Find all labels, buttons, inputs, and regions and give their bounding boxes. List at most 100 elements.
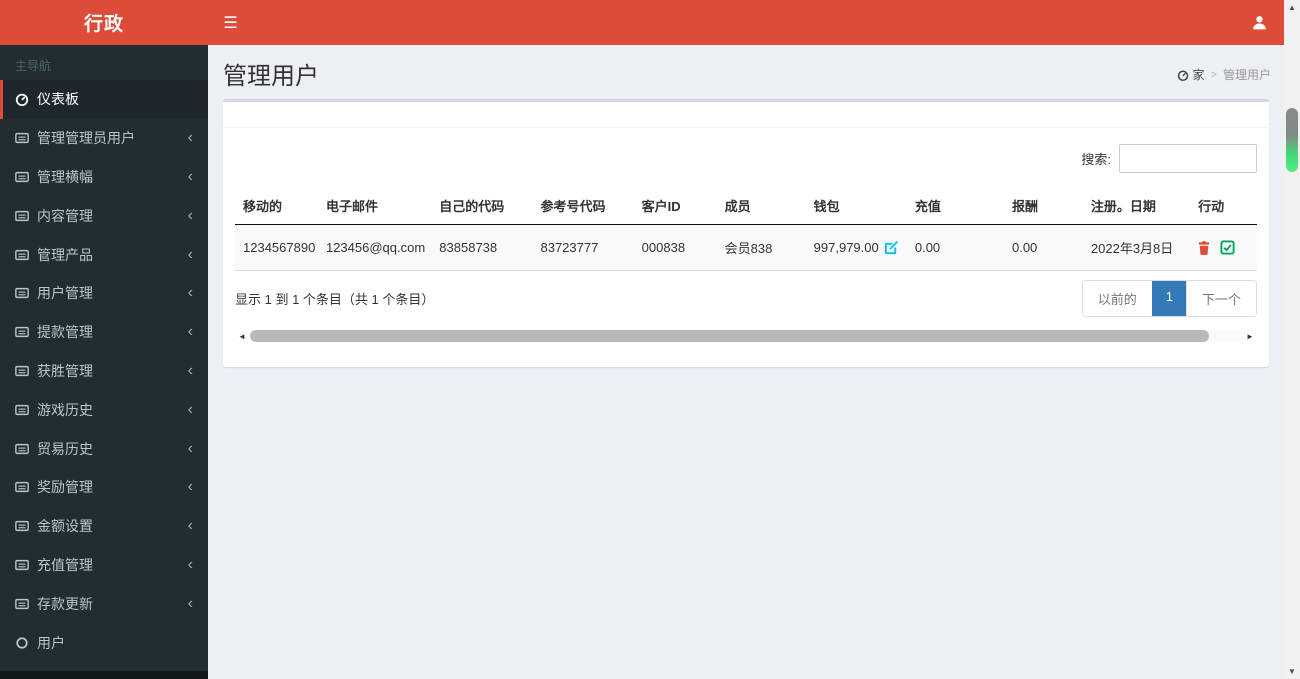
- scroll-up-icon[interactable]: ▲: [1284, 3, 1300, 12]
- sidebar-item-label: 游戏历史: [37, 401, 93, 418]
- pagination-next-button[interactable]: 下一个: [1185, 281, 1256, 316]
- sidebar-item-amount-settings[interactable]: 金额设置 ‹: [0, 507, 208, 546]
- chevron-left-icon: ‹: [187, 594, 193, 612]
- sidebar-item-withdrawal-management[interactable]: 提款管理 ‹: [0, 313, 208, 352]
- list-icon: [15, 403, 37, 417]
- app-logo-text: 行政: [83, 14, 124, 35]
- horizontal-scrollbar: ◄ ►: [235, 329, 1257, 343]
- search-label: 搜索:: [1081, 152, 1111, 167]
- delete-user-icon[interactable]: [1198, 240, 1210, 255]
- sidebar: 行政 主导航 仪表板 管理管理员用户 ‹ 管理横幅 ‹ 内容管理 ‹ 管理产品 …: [0, 0, 208, 679]
- cell-recharge: 0.00: [906, 224, 1004, 271]
- page-title: 管理用户: [223, 63, 319, 90]
- sidebar-item-reward-management[interactable]: 奖励管理 ‹: [0, 468, 208, 507]
- chevron-left-icon: ‹: [187, 167, 193, 185]
- sidebar-item-label: 充值管理: [37, 556, 93, 573]
- sidebar-item-trade-history[interactable]: 贸易历史 ‹: [0, 429, 208, 468]
- sidebar-item-manage-admin-users[interactable]: 管理管理员用户 ‹: [0, 119, 208, 158]
- column-header-ref-code[interactable]: 参考号代码: [532, 187, 634, 225]
- top-navbar: ☰: [208, 0, 1284, 45]
- app-logo[interactable]: 行政: [0, 0, 208, 45]
- chevron-left-icon: ‹: [187, 206, 193, 224]
- scroll-right-icon[interactable]: ►: [1243, 332, 1257, 341]
- horizontal-scrollbar-thumb[interactable]: [250, 330, 1210, 342]
- edit-wallet-icon[interactable]: [884, 240, 899, 255]
- wallet-amount: 997,979.00: [813, 240, 879, 255]
- list-icon: [15, 209, 37, 223]
- horizontal-scrollbar-track[interactable]: [249, 330, 1243, 342]
- list-icon: [15, 364, 37, 378]
- sidebar-item-manage-products[interactable]: 管理产品 ‹: [0, 235, 208, 274]
- list-icon: [15, 286, 37, 300]
- approve-user-icon[interactable]: [1220, 240, 1235, 255]
- sidebar-item-user-management[interactable]: 用户管理 ‹: [0, 274, 208, 313]
- column-header-reward[interactable]: 报酬: [1003, 187, 1083, 225]
- cell-action: [1190, 224, 1257, 271]
- sidebar-item-users[interactable]: 用户: [0, 623, 208, 662]
- cell-email: 123456@qq.com: [317, 224, 432, 271]
- chevron-left-icon: ‹: [187, 129, 193, 147]
- table-filter-row: 搜索:: [235, 136, 1257, 187]
- chevron-left-icon: ‹: [187, 439, 193, 457]
- chevron-left-icon: ‹: [187, 245, 193, 263]
- cell-reward: 0.00: [1003, 224, 1083, 271]
- chevron-left-icon: ‹: [187, 400, 193, 418]
- column-header-own-code[interactable]: 自己的代码: [431, 187, 533, 225]
- column-header-member[interactable]: 成员: [716, 187, 806, 225]
- sidebar-item-manage-banners[interactable]: 管理横幅 ‹: [0, 158, 208, 197]
- scroll-left-icon[interactable]: ◄: [235, 332, 249, 341]
- vertical-scrollbar-thumb[interactable]: [1286, 108, 1298, 172]
- column-header-mobile[interactable]: 移动的: [235, 187, 318, 225]
- circle-icon: [15, 636, 37, 650]
- sidebar-item-label: 仪表板: [37, 91, 79, 108]
- users-box: 搜索: 移动的 电子邮件 自己的代码 参考号代码 客户ID 成员 钱包 充值 报…: [223, 99, 1269, 367]
- column-header-recharge[interactable]: 充值: [906, 187, 1004, 225]
- list-icon: [15, 170, 37, 184]
- pagination-page-1-button[interactable]: 1: [1151, 281, 1186, 316]
- sidebar-item-content-management[interactable]: 内容管理 ‹: [0, 196, 208, 235]
- breadcrumb-home-link[interactable]: 家: [1177, 66, 1205, 83]
- list-icon: [15, 558, 37, 572]
- sidebar-item-label: 金额设置: [37, 518, 93, 535]
- breadcrumb-current: 管理用户: [1222, 68, 1271, 82]
- sidebar-item-game-history[interactable]: 游戏历史 ‹: [0, 390, 208, 429]
- chevron-left-icon: ‹: [187, 323, 193, 341]
- dashboard-icon: [15, 92, 37, 107]
- sidebar-item-dashboard[interactable]: 仪表板: [0, 80, 208, 119]
- sidebar-item-label: 用户管理: [37, 285, 93, 302]
- cell-reg-date: 2022年3月8日: [1082, 224, 1191, 271]
- sidebar-toggle-button[interactable]: ☰: [208, 0, 253, 45]
- list-icon: [15, 519, 37, 533]
- hamburger-icon: ☰: [223, 14, 238, 32]
- column-header-reg-date[interactable]: 注册。日期: [1082, 187, 1191, 225]
- sidebar-item-label: 管理管理员用户: [37, 130, 135, 147]
- list-icon: [15, 442, 37, 456]
- scroll-down-icon[interactable]: ▼: [1284, 667, 1300, 676]
- sidebar-item-label: 获胜管理: [37, 362, 93, 379]
- sidebar-menu: 仪表板 管理管理员用户 ‹ 管理横幅 ‹ 内容管理 ‹ 管理产品 ‹ 用户管理 …: [0, 80, 208, 662]
- sidebar-item-label: 提款管理: [37, 324, 93, 341]
- list-icon: [15, 480, 37, 494]
- sidebar-footer-strip: [0, 671, 208, 679]
- column-header-email[interactable]: 电子邮件: [317, 187, 432, 225]
- pagination: 以前的 1 下一个: [1081, 280, 1257, 317]
- users-table: 移动的 电子邮件 自己的代码 参考号代码 客户ID 成员 钱包 充值 报酬 注册…: [235, 187, 1257, 271]
- chevron-left-icon: ‹: [187, 284, 193, 302]
- breadcrumb-home-label: 家: [1192, 68, 1205, 82]
- vertical-scrollbar[interactable]: ▲ ▼: [1284, 0, 1300, 679]
- column-header-action[interactable]: 行动: [1190, 187, 1257, 225]
- user-menu-button[interactable]: [1236, 0, 1282, 45]
- chevron-left-icon: ‹: [187, 517, 193, 535]
- dashboard-icon: [1177, 69, 1189, 81]
- chevron-left-icon: ‹: [187, 555, 193, 573]
- column-header-wallet[interactable]: 钱包: [805, 187, 907, 225]
- search-input[interactable]: [1119, 144, 1257, 173]
- sidebar-item-label: 存款更新: [37, 595, 93, 612]
- column-header-customer-id[interactable]: 客户ID: [633, 187, 717, 225]
- sidebar-item-deposit-update[interactable]: 存款更新 ‹: [0, 584, 208, 623]
- list-icon: [15, 325, 37, 339]
- cell-wallet: 997,979.00: [805, 224, 907, 271]
- pagination-previous-button[interactable]: 以前的: [1082, 281, 1152, 316]
- sidebar-item-winning-management[interactable]: 获胜管理 ‹: [0, 352, 208, 391]
- sidebar-item-recharge-management[interactable]: 充值管理 ‹: [0, 546, 208, 585]
